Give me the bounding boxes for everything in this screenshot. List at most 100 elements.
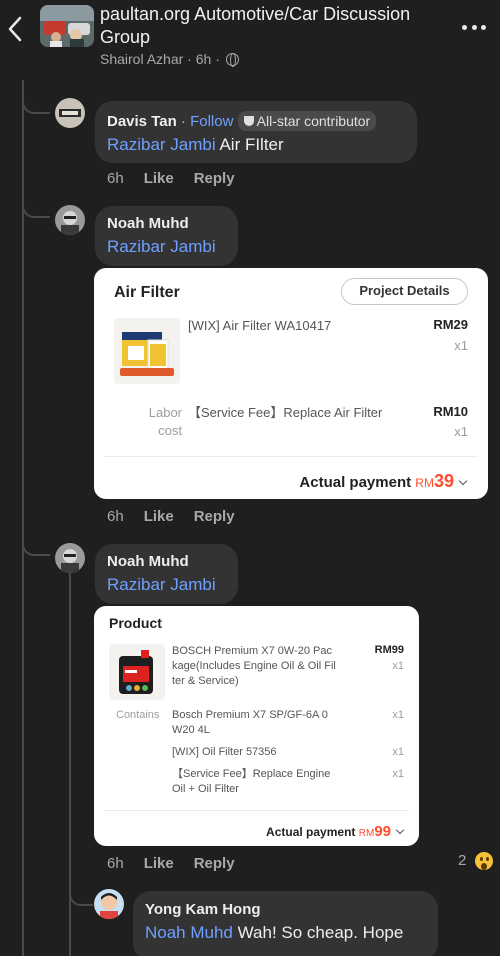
trophy-icon bbox=[243, 116, 254, 126]
reply-button[interactable]: Reply bbox=[194, 855, 235, 872]
meta-separator: · bbox=[187, 51, 192, 67]
payment-amount: 99 bbox=[374, 823, 391, 840]
chevron-down-icon bbox=[395, 825, 405, 835]
contributor-badge: All-star contributor bbox=[237, 111, 377, 131]
currency: RM bbox=[415, 476, 434, 490]
meta-separator: · bbox=[215, 51, 220, 67]
payment-label: Actual payment bbox=[299, 474, 412, 491]
avatar[interactable] bbox=[94, 889, 124, 919]
public-globe-icon bbox=[225, 53, 239, 67]
post-author[interactable]: Shairol Azhar bbox=[100, 51, 183, 67]
like-button[interactable]: Like bbox=[144, 170, 174, 187]
comment-time: 6h bbox=[107, 170, 124, 187]
labor-cost-label: Labor cost bbox=[130, 404, 182, 440]
post-header: paultan.org Automotive/Car Discussion Gr… bbox=[0, 0, 500, 80]
group-title[interactable]: paultan.org Automotive/Car Discussion Gr… bbox=[100, 3, 440, 49]
comment-text: Razibar Jambi bbox=[107, 235, 226, 259]
thread-branch bbox=[22, 538, 50, 556]
mention-link[interactable]: Razibar Jambi bbox=[107, 135, 216, 154]
labor-label-line: Labor bbox=[148, 405, 182, 420]
service-name: 【Service Fee】Replace Air Filter bbox=[188, 405, 383, 420]
reaction-count[interactable]: 2 bbox=[458, 852, 466, 869]
commenter-name[interactable]: Noah Muhd bbox=[107, 214, 226, 234]
wow-reaction-icon[interactable] bbox=[473, 850, 495, 872]
card-title: Product bbox=[109, 615, 162, 631]
actual-payment[interactable]: Actual payment RM39 bbox=[299, 471, 468, 492]
actual-payment[interactable]: Actual payment RM99 bbox=[266, 823, 405, 840]
contained-item: 【Service Fee】Replace Engine Oil + Oil Fi… bbox=[172, 767, 362, 797]
project-details-button[interactable]: Project Details bbox=[341, 278, 468, 305]
post-time: 6h bbox=[195, 51, 212, 67]
follow-link[interactable]: Follow bbox=[190, 113, 233, 130]
item-price: RM29 bbox=[433, 317, 468, 332]
mention-link[interactable]: Razibar Jambi bbox=[107, 237, 216, 256]
contained-item-line: W20 4L bbox=[172, 724, 210, 736]
group-thumbnail[interactable] bbox=[40, 5, 94, 47]
comment-text: Razibar Jambi Air FIlter bbox=[107, 133, 405, 157]
contained-item-line: Oil + Oil Filter bbox=[172, 783, 239, 795]
item-quantity: x1 bbox=[454, 338, 468, 353]
item-name: [WIX] Air Filter WA10417 bbox=[188, 318, 332, 333]
product-name-line: kage(Includes Engine Oil & Oil Fil bbox=[172, 660, 336, 672]
like-button[interactable]: Like bbox=[144, 855, 174, 872]
commenter-name[interactable]: Yong Kam Hong bbox=[145, 900, 426, 920]
avatar[interactable] bbox=[55, 205, 85, 235]
divider bbox=[104, 810, 409, 811]
comment-text: Noah Muhd Wah! So cheap. Hope bbox=[145, 921, 426, 945]
contains-label: Contains bbox=[116, 709, 160, 721]
contained-item: Bosch Premium X7 SP/GF-6A 0 W20 4L bbox=[172, 708, 362, 738]
comment-bubble: Davis Tan · Follow All-star contributor … bbox=[95, 101, 417, 163]
product-quantity: x1 bbox=[392, 660, 404, 672]
engine-oil-product-image bbox=[109, 644, 165, 700]
contained-quantity: x1 bbox=[392, 746, 404, 758]
avatar[interactable] bbox=[55, 543, 85, 573]
contained-item-line: 【Service Fee】Replace Engine bbox=[172, 768, 331, 780]
reply-button[interactable]: Reply bbox=[194, 508, 235, 525]
mention-link[interactable]: Noah Muhd bbox=[145, 923, 233, 942]
comment-actions: 6h Like Reply bbox=[107, 170, 235, 187]
comment-actions: 6h Like Reply bbox=[107, 855, 235, 872]
contained-item-line: Bosch Premium X7 SP/GF-6A 0 bbox=[172, 709, 328, 721]
currency: RM bbox=[358, 828, 375, 839]
service-quantity: x1 bbox=[454, 424, 468, 439]
comment-bubble: Noah Muhd Razibar Jambi bbox=[95, 206, 238, 266]
reply-button[interactable]: Reply bbox=[194, 170, 235, 187]
comment-bubble: Yong Kam Hong Noah Muhd Wah! So cheap. H… bbox=[133, 891, 438, 956]
comment-bubble: Noah Muhd Razibar Jambi bbox=[95, 544, 238, 604]
air-filter-product-image bbox=[114, 318, 180, 384]
chevron-down-icon bbox=[458, 476, 468, 486]
thread-branch bbox=[22, 200, 50, 218]
comment-body: Wah! So cheap. Hope bbox=[237, 923, 404, 942]
thread-branch bbox=[69, 884, 93, 906]
avatar[interactable] bbox=[55, 98, 85, 128]
back-arrow-icon[interactable] bbox=[6, 14, 24, 44]
comment-time: 6h bbox=[107, 508, 124, 525]
like-button[interactable]: Like bbox=[144, 508, 174, 525]
product-name: BOSCH Premium X7 0W-20 Pac kage(Includes… bbox=[172, 644, 352, 689]
service-price: RM10 bbox=[433, 404, 468, 419]
labor-label-line: cost bbox=[158, 423, 182, 438]
mention-link[interactable]: Razibar Jambi bbox=[107, 575, 216, 594]
product-name-line: BOSCH Premium X7 0W-20 Pac bbox=[172, 645, 332, 657]
divider bbox=[104, 456, 478, 457]
comment-time: 6h bbox=[107, 855, 124, 872]
badge-label: All-star contributor bbox=[256, 113, 371, 129]
contained-item: [WIX] Oil Filter 57356 bbox=[172, 746, 277, 758]
post-meta: Shairol Azhar · 6h · bbox=[100, 51, 239, 67]
contained-quantity: x1 bbox=[392, 709, 404, 721]
product-price: RM99 bbox=[374, 644, 404, 656]
card-title: Air Filter bbox=[114, 284, 180, 301]
commenter-name[interactable]: Davis Tan bbox=[107, 113, 177, 130]
more-options-icon[interactable] bbox=[462, 25, 486, 31]
attached-image-product-card[interactable]: Product BOSCH Premium X7 0W-20 Pac kage(… bbox=[94, 606, 419, 846]
product-name-line: ter & Service) bbox=[172, 675, 239, 687]
attached-image-air-filter-card[interactable]: Air Filter Project Details [WIX] Air Fil… bbox=[94, 268, 488, 499]
payment-amount: 39 bbox=[433, 471, 454, 491]
payment-label: Actual payment bbox=[266, 825, 356, 839]
comment-author-line: Davis Tan · Follow All-star contributor bbox=[107, 111, 405, 132]
commenter-name[interactable]: Noah Muhd bbox=[107, 552, 226, 572]
comment-body: Air FIlter bbox=[219, 135, 284, 154]
comment-actions: 6h Like Reply bbox=[107, 508, 235, 525]
thread-branch bbox=[22, 96, 50, 114]
comment-text: Razibar Jambi bbox=[107, 573, 226, 597]
